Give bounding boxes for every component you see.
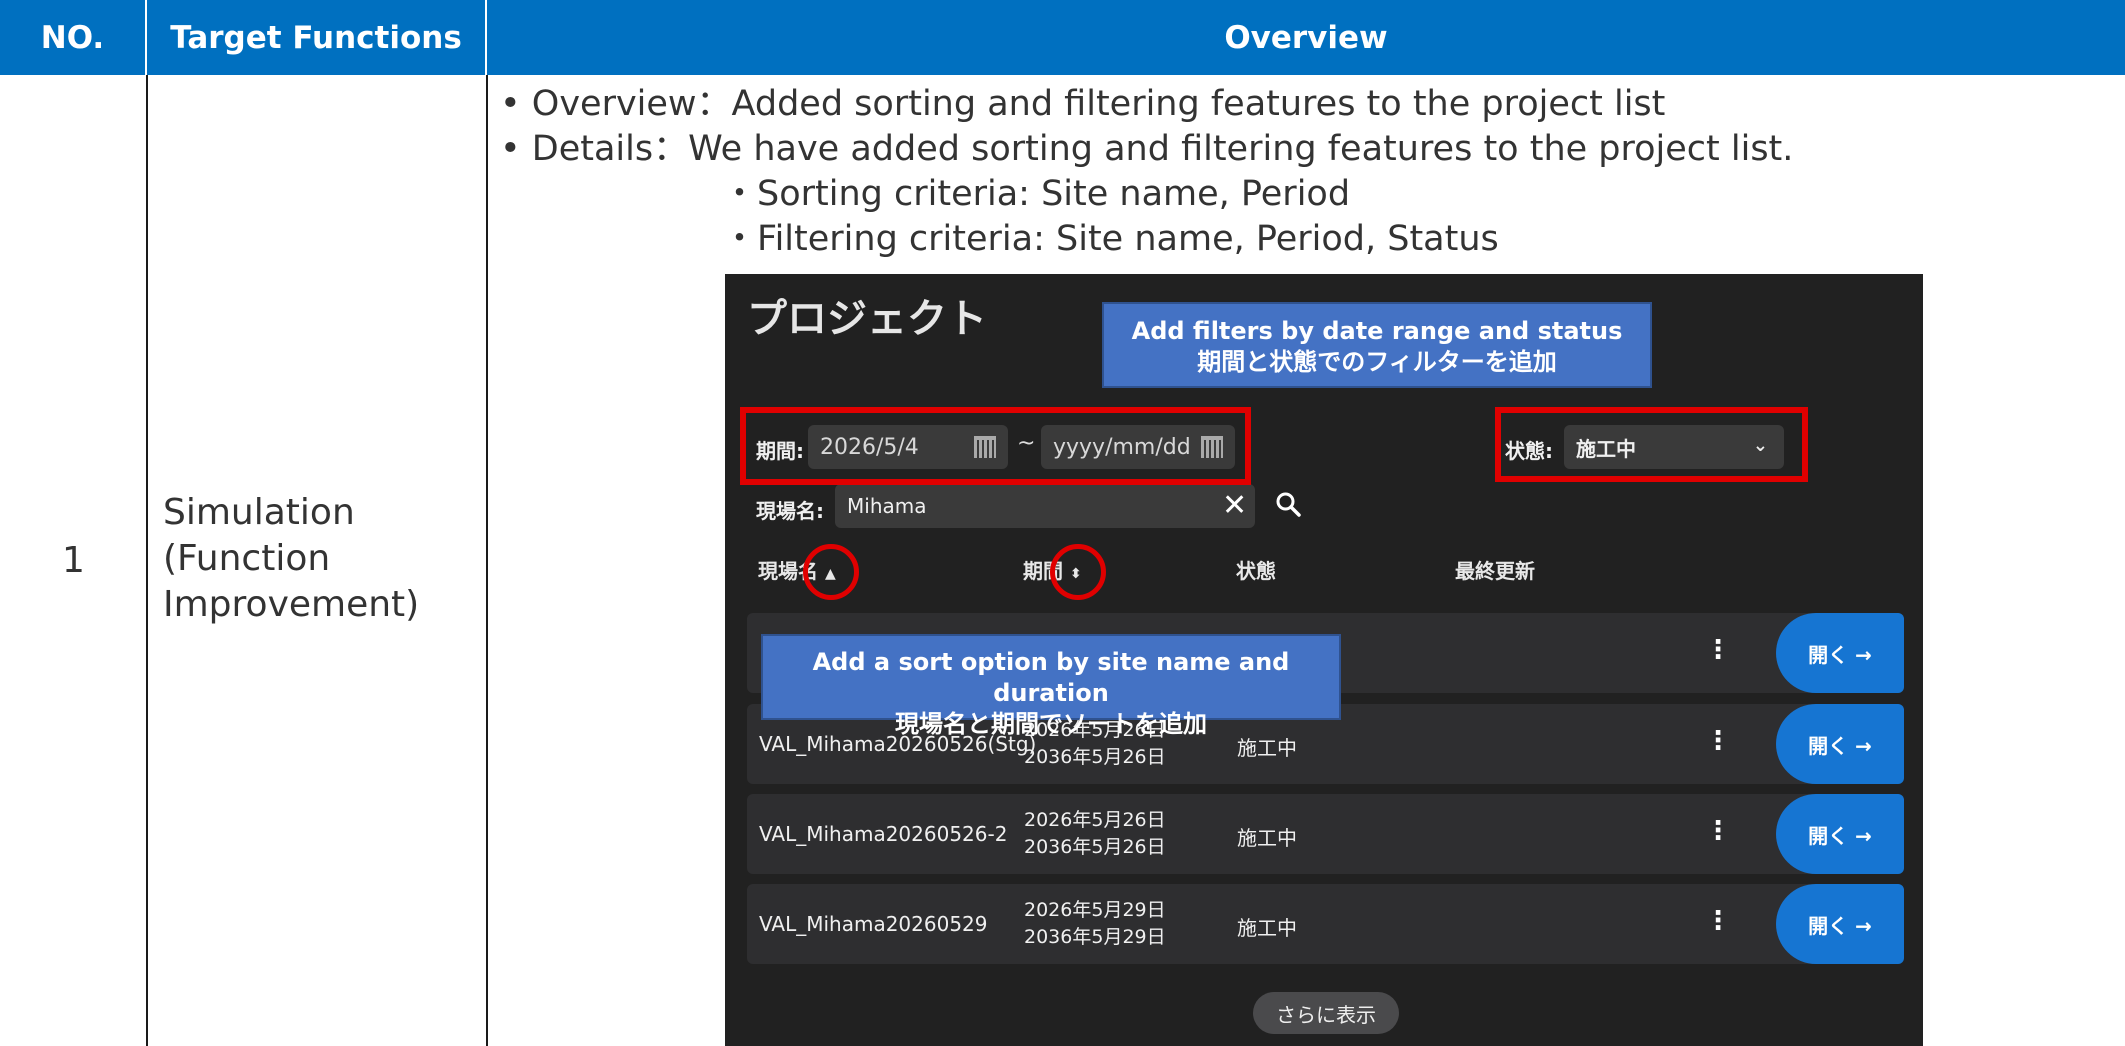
period-start-date: 2026年5月29日 xyxy=(1024,899,1166,921)
project-list-screenshot: プロジェクト Add filters by date range and sta… xyxy=(725,274,1923,1046)
show-more-button[interactable]: さらに表示 xyxy=(1253,992,1399,1034)
filter-callout-en: Add filters by date range and status xyxy=(1131,317,1623,345)
period-highlight-box xyxy=(740,407,1251,485)
header-target-functions: Target Functions xyxy=(147,0,487,75)
column-status: 状態 xyxy=(1236,559,1276,583)
more-vert-icon[interactable]: ⋮ xyxy=(1705,726,1731,756)
sub-bullet-sorting: ・Sorting criteria: Site name, Period xyxy=(722,174,1351,214)
sub-bullet-filtering: ・Filtering criteria: Site name, Period, … xyxy=(722,219,1499,259)
site-search-input[interactable]: Mihama xyxy=(835,484,1255,528)
project-period: 2026年5月26日 2036年5月26日 xyxy=(1024,807,1166,861)
more-vert-icon[interactable]: ⋮ xyxy=(1705,816,1731,846)
period-sort-highlight-circle xyxy=(1050,544,1106,600)
column-divider xyxy=(486,75,488,1046)
header-overview: Overview xyxy=(487,0,2125,75)
period-end-date: 2036年5月26日 xyxy=(1024,836,1166,858)
open-button[interactable]: 開く → xyxy=(1776,704,1904,784)
header-no: NO. xyxy=(0,0,147,75)
project-name: VAL_Mihama20260526-2 xyxy=(759,822,1008,846)
bullet-overview: • Overview：Added sorting and filtering f… xyxy=(500,84,1666,124)
sort-callout: Add a sort option by site name and durat… xyxy=(761,634,1341,738)
site-sort-highlight-circle xyxy=(803,544,859,600)
sort-callout-en: Add a sort option by site name and durat… xyxy=(812,648,1290,707)
more-vert-icon[interactable]: ⋮ xyxy=(1705,906,1731,936)
period-end-date: 2036年5月26日 xyxy=(1024,746,1166,768)
project-period: 2026年5月29日 2036年5月29日 xyxy=(1024,897,1166,951)
project-row: VAL_Mihama20260526-2 2026年5月26日 2036年5月2… xyxy=(747,794,1904,874)
release-notes-table: NO. Target Functions Overview 1 Simulati… xyxy=(0,0,2125,1046)
filter-callout: Add filters by date range and status 期間と… xyxy=(1102,302,1652,388)
project-row: VAL_Mihama20260529 2026年5月29日 2036年5月29日… xyxy=(747,884,1904,964)
column-updated: 最終更新 xyxy=(1455,559,1535,583)
open-button[interactable]: 開く → xyxy=(1776,794,1904,874)
overview-bullets: • Overview：Added sorting and filtering f… xyxy=(500,82,1793,262)
bullet-details: • Details：We have added sorting and filt… xyxy=(500,129,1794,169)
status-highlight-box xyxy=(1495,407,1808,482)
clear-icon[interactable]: ✕ xyxy=(1222,488,1247,523)
project-status: 施工中 xyxy=(1237,826,1297,850)
project-name: VAL_Mihama20260529 xyxy=(759,912,988,936)
filter-callout-ja: 期間と状態でのフィルターを追加 xyxy=(1197,348,1557,376)
search-icon[interactable] xyxy=(1275,491,1301,517)
site-search-value: Mihama xyxy=(847,494,927,518)
period-end-date: 2036年5月29日 xyxy=(1024,926,1166,948)
project-status: 施工中 xyxy=(1237,916,1297,940)
more-vert-icon[interactable]: ⋮ xyxy=(1705,635,1731,665)
period-start-date: 2026年5月26日 xyxy=(1024,809,1166,831)
page-title: プロジェクト xyxy=(747,296,987,342)
row-number: 1 xyxy=(62,540,85,581)
open-button[interactable]: 開く → xyxy=(1776,884,1904,964)
open-button[interactable]: 開く → xyxy=(1776,613,1904,693)
site-label: 現場名: xyxy=(756,499,824,523)
sort-callout-ja: 現場名と期間でソートを追加 xyxy=(895,710,1207,738)
target-function: Simulation (Function Improvement) xyxy=(163,492,420,625)
